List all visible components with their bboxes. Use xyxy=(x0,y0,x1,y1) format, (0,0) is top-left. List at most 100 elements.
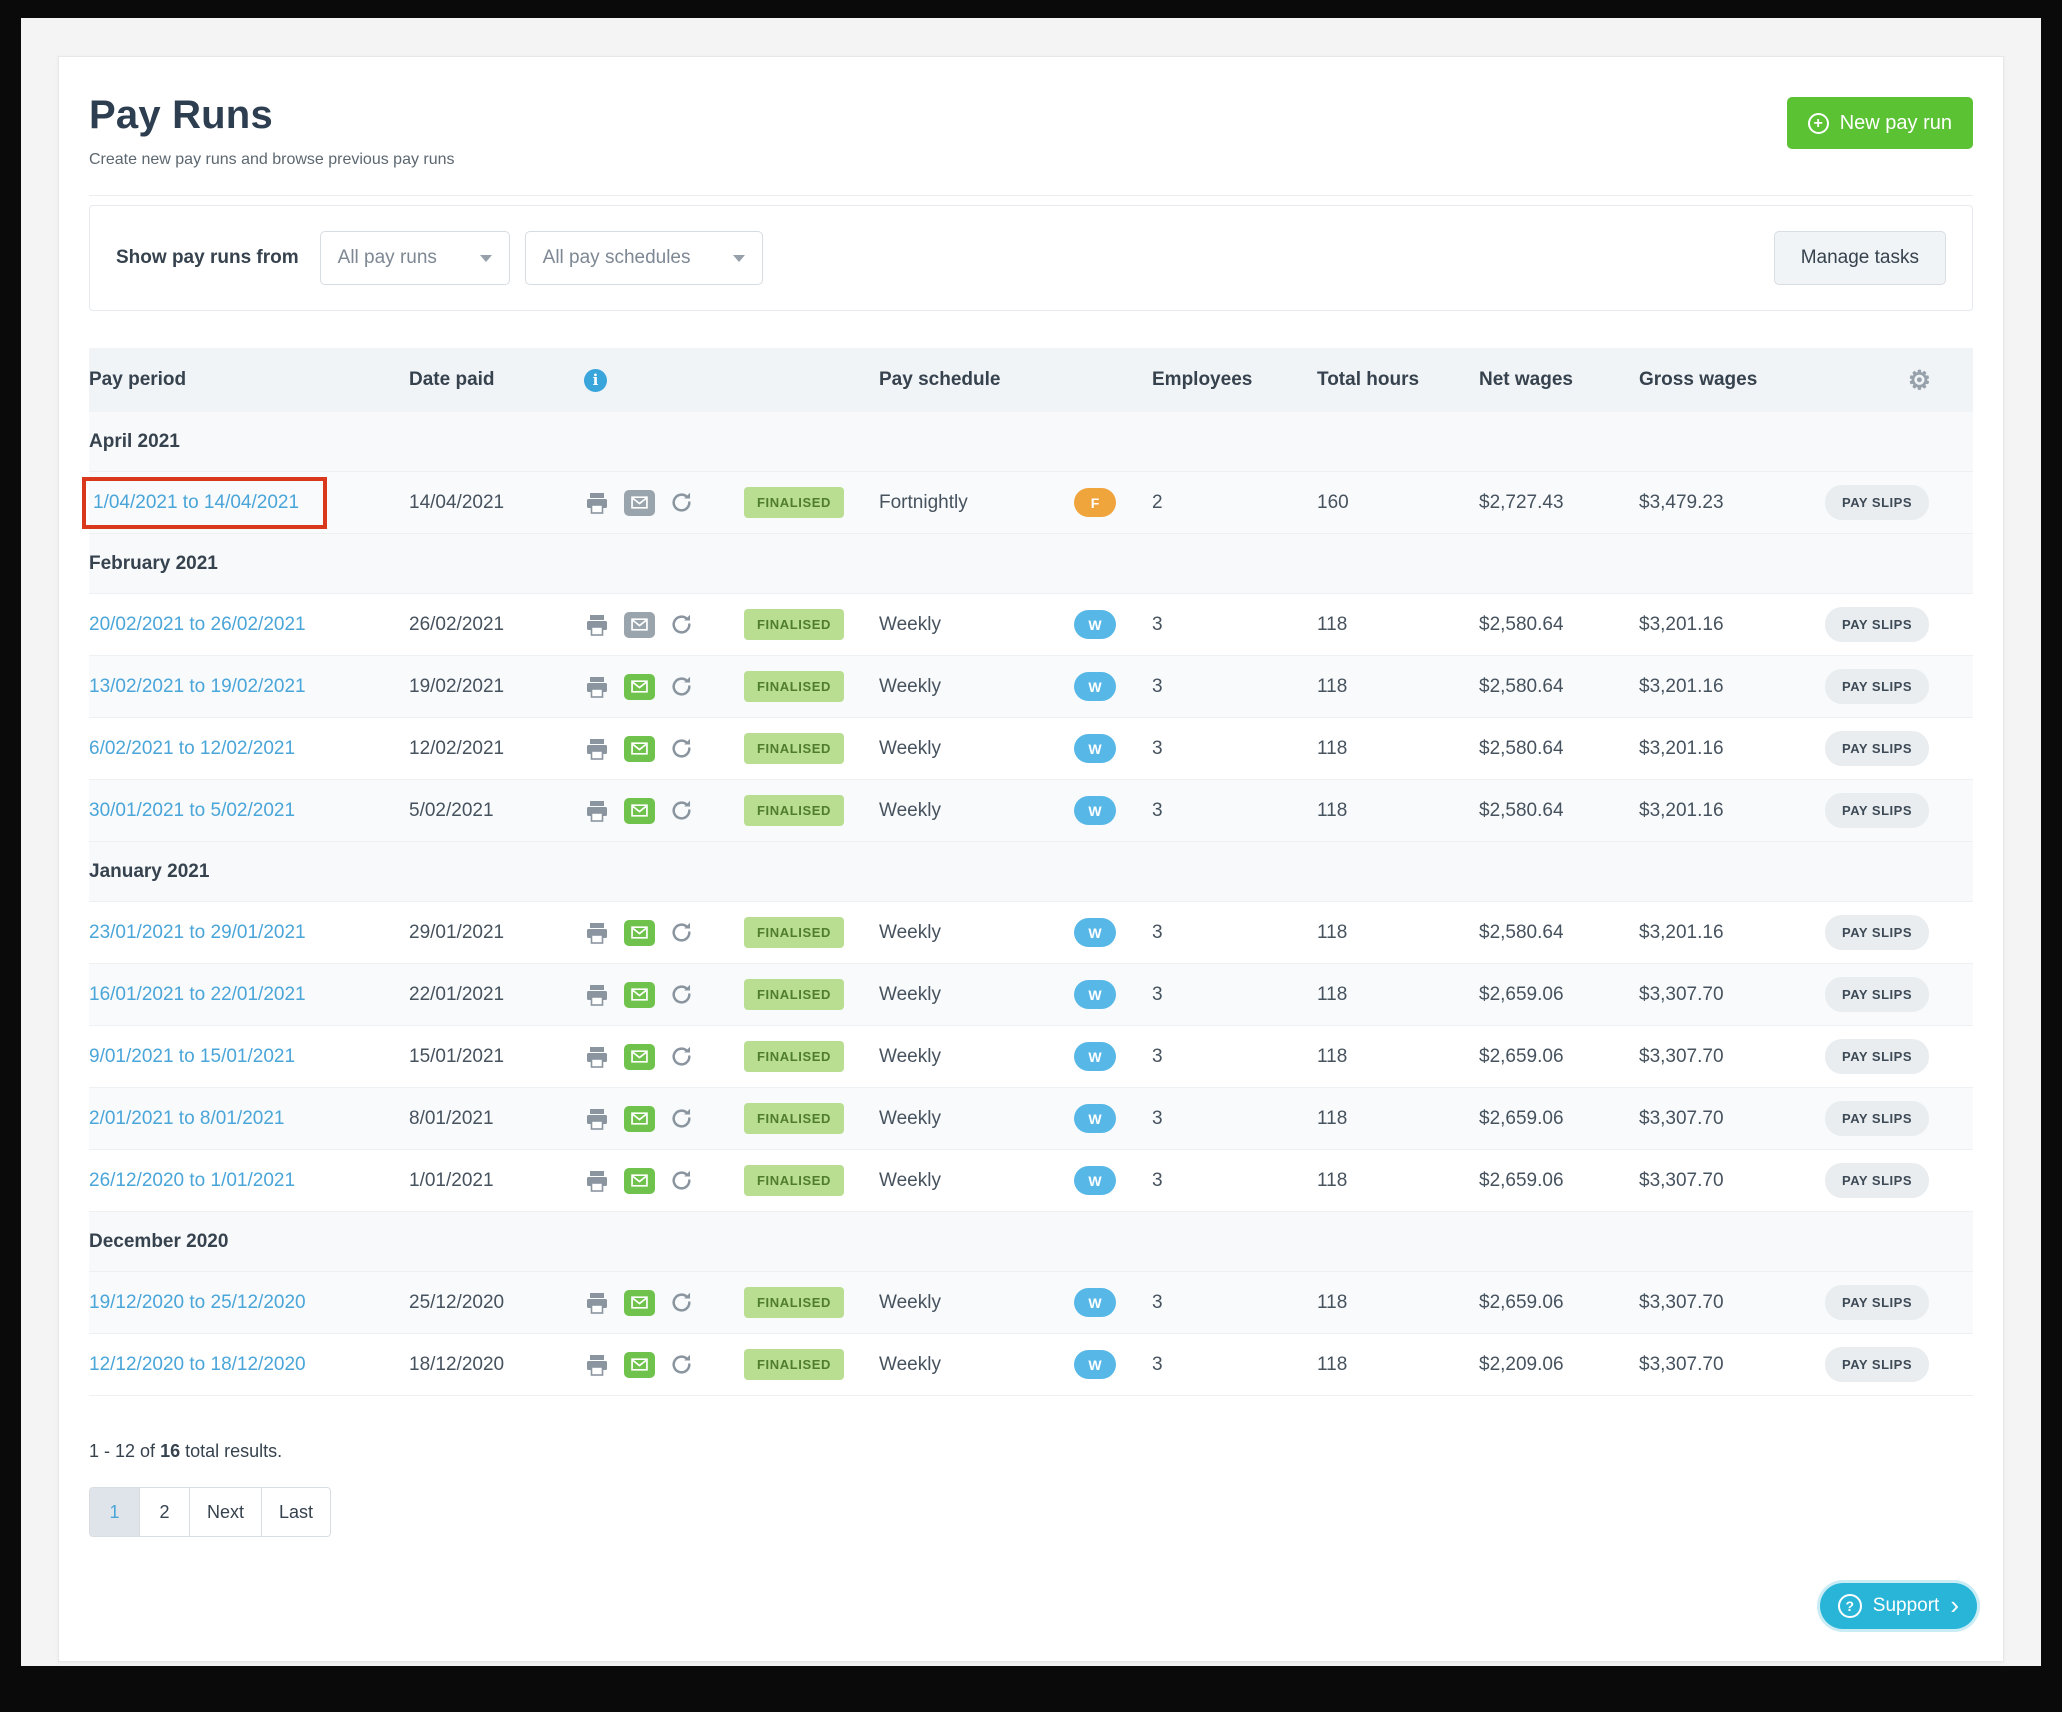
pay-schedules-filter-dropdown[interactable]: All pay schedules xyxy=(525,231,763,285)
new-pay-run-button[interactable]: + New pay run xyxy=(1787,97,1973,149)
filter-bar: Show pay runs from All pay runs All pay … xyxy=(89,205,1973,311)
pay-slips-button[interactable]: PAY SLIPS xyxy=(1825,669,1929,704)
pay-period-link[interactable]: 13/02/2021 to 19/02/2021 xyxy=(89,676,306,697)
refresh-icon[interactable] xyxy=(669,1290,694,1315)
email-icon[interactable] xyxy=(624,982,655,1008)
info-icon[interactable]: i xyxy=(584,369,607,392)
pay-slips-button[interactable]: PAY SLIPS xyxy=(1825,1163,1929,1198)
pay-slips-button[interactable]: PAY SLIPS xyxy=(1825,1101,1929,1136)
pay-slips-button[interactable]: PAY SLIPS xyxy=(1825,1039,1929,1074)
pay-slips-button[interactable]: PAY SLIPS xyxy=(1825,485,1929,520)
pay-period-link[interactable]: 19/12/2020 to 25/12/2020 xyxy=(89,1292,306,1313)
email-icon[interactable] xyxy=(624,1168,655,1194)
print-icon[interactable] xyxy=(584,613,610,637)
email-icon[interactable] xyxy=(624,1044,655,1070)
print-icon[interactable] xyxy=(584,799,610,823)
pay-period-link[interactable]: 30/01/2021 to 5/02/2021 xyxy=(89,800,295,821)
print-icon[interactable] xyxy=(584,491,610,515)
pay-period-cell: 26/12/2020 to 1/01/2021 xyxy=(89,1170,409,1192)
pay-schedule-cell: Weekly xyxy=(879,1046,1074,1068)
pay-slips-button[interactable]: PAY SLIPS xyxy=(1825,1285,1929,1320)
print-icon[interactable] xyxy=(584,983,610,1007)
pay-slips-button[interactable]: PAY SLIPS xyxy=(1825,915,1929,950)
email-icon[interactable] xyxy=(624,1290,655,1316)
pay-period-link[interactable]: 26/12/2020 to 1/01/2021 xyxy=(89,1170,295,1191)
refresh-icon[interactable] xyxy=(669,1352,694,1377)
email-icon[interactable] xyxy=(624,490,655,516)
refresh-icon[interactable] xyxy=(669,736,694,761)
print-icon[interactable] xyxy=(584,675,610,699)
status-cell: FINALISED xyxy=(744,671,879,702)
page-subtitle: Create new pay runs and browse previous … xyxy=(89,151,1973,169)
payslips-cell: PAY SLIPS xyxy=(1814,915,1973,950)
print-icon[interactable] xyxy=(584,737,610,761)
pay-period-link[interactable]: 6/02/2021 to 12/02/2021 xyxy=(89,738,295,759)
manage-tasks-button[interactable]: Manage tasks xyxy=(1774,231,1946,285)
schedule-letter-badge: W xyxy=(1074,1288,1116,1317)
schedule-letter-badge: W xyxy=(1074,1042,1116,1071)
refresh-icon[interactable] xyxy=(669,982,694,1007)
pay-slips-button[interactable]: PAY SLIPS xyxy=(1825,1347,1929,1382)
status-badge: FINALISED xyxy=(744,1287,844,1318)
net-wages-cell: $2,659.06 xyxy=(1479,1292,1639,1314)
refresh-icon[interactable] xyxy=(669,1044,694,1069)
pay-run-row: 9/01/2021 to 15/01/202115/01/2021FINALIS… xyxy=(89,1026,1973,1088)
employees-cell: 3 xyxy=(1152,1108,1317,1130)
gross-wages-cell: $3,307.70 xyxy=(1639,984,1814,1006)
print-icon[interactable] xyxy=(584,1169,610,1193)
pay-slips-button[interactable]: PAY SLIPS xyxy=(1825,977,1929,1012)
refresh-icon[interactable] xyxy=(669,612,694,637)
pay-period-link[interactable]: 2/01/2021 to 8/01/2021 xyxy=(89,1108,284,1129)
page-1[interactable]: 1 xyxy=(90,1488,140,1536)
print-icon[interactable] xyxy=(584,921,610,945)
pay-slips-button[interactable]: PAY SLIPS xyxy=(1825,731,1929,766)
date-paid-cell: 25/12/2020 xyxy=(409,1292,584,1314)
print-icon[interactable] xyxy=(584,1353,610,1377)
refresh-icon[interactable] xyxy=(669,1106,694,1131)
pay-period-link[interactable]: 20/02/2021 to 26/02/2021 xyxy=(89,614,306,635)
date-paid-cell: 8/01/2021 xyxy=(409,1108,584,1130)
pay-run-row: 26/12/2020 to 1/01/20211/01/2021FINALISE… xyxy=(89,1150,1973,1212)
gear-icon[interactable]: ⚙ xyxy=(1908,367,1931,393)
email-icon[interactable] xyxy=(624,920,655,946)
refresh-icon[interactable] xyxy=(669,798,694,823)
refresh-icon[interactable] xyxy=(669,490,694,515)
email-icon[interactable] xyxy=(624,1106,655,1132)
refresh-icon[interactable] xyxy=(669,1168,694,1193)
screenshot-frame: Pay Runs Create new pay runs and browse … xyxy=(0,0,2062,1712)
print-icon[interactable] xyxy=(584,1107,610,1131)
page-last[interactable]: Last xyxy=(262,1488,330,1536)
pay-period-link[interactable]: 16/01/2021 to 22/01/2021 xyxy=(89,984,306,1005)
pay-period-link[interactable]: 12/12/2020 to 18/12/2020 xyxy=(89,1354,306,1375)
pay-run-row: 13/02/2021 to 19/02/202119/02/2021FINALI… xyxy=(89,656,1973,718)
page-2[interactable]: 2 xyxy=(140,1488,190,1536)
schedule-letter-badge: W xyxy=(1074,1104,1116,1133)
email-icon[interactable] xyxy=(624,798,655,824)
pay-runs-filter-dropdown[interactable]: All pay runs xyxy=(320,231,510,285)
row-actions-cell xyxy=(584,612,744,638)
email-icon[interactable] xyxy=(624,674,655,700)
pay-period-link[interactable]: 23/01/2021 to 29/01/2021 xyxy=(89,922,306,943)
support-button[interactable]: ? Support › xyxy=(1820,1583,1977,1629)
schedule-letter-badge: W xyxy=(1074,918,1116,947)
pay-slips-button[interactable]: PAY SLIPS xyxy=(1825,607,1929,642)
pay-slips-button[interactable]: PAY SLIPS xyxy=(1825,793,1929,828)
refresh-icon[interactable] xyxy=(669,920,694,945)
month-group-label: December 2020 xyxy=(89,1231,228,1253)
date-paid-cell: 18/12/2020 xyxy=(409,1354,584,1376)
pay-period-link[interactable]: 9/01/2021 to 15/01/2021 xyxy=(89,1046,295,1067)
print-icon[interactable] xyxy=(584,1045,610,1069)
page-next[interactable]: Next xyxy=(190,1488,262,1536)
email-icon[interactable] xyxy=(624,1352,655,1378)
schedule-letter-badge: W xyxy=(1074,796,1116,825)
date-paid-cell: 29/01/2021 xyxy=(409,922,584,944)
email-icon[interactable] xyxy=(624,736,655,762)
email-icon[interactable] xyxy=(624,612,655,638)
col-header-employees: Employees xyxy=(1152,369,1317,391)
gross-wages-cell: $3,307.70 xyxy=(1639,1354,1814,1376)
gross-wages-cell: $3,201.16 xyxy=(1639,800,1814,822)
refresh-icon[interactable] xyxy=(669,674,694,699)
print-icon[interactable] xyxy=(584,1291,610,1315)
pay-run-row: 23/01/2021 to 29/01/202129/01/2021FINALI… xyxy=(89,902,1973,964)
pay-period-link[interactable]: 1/04/2021 to 14/04/2021 xyxy=(93,492,299,513)
